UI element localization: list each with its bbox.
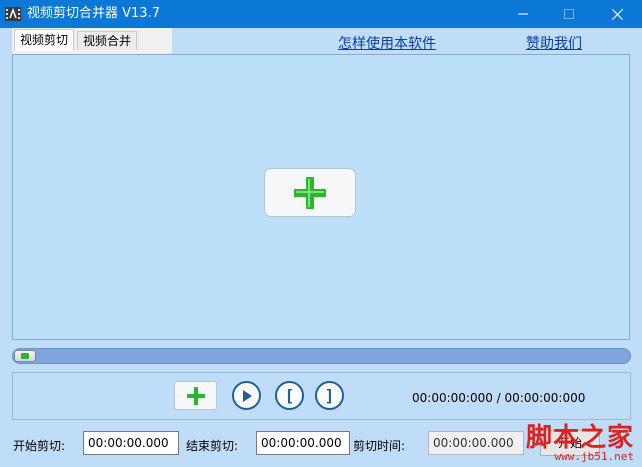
mark-in-button[interactable]: [: [275, 381, 304, 410]
video-preview-area[interactable]: [12, 54, 630, 340]
tab-video-cut[interactable]: 视频剪切: [14, 29, 75, 51]
cut-duration-field: [428, 431, 524, 455]
end-cut-label: 结束剪切:: [186, 439, 239, 453]
watermark-text: 脚本之家: [525, 423, 634, 453]
add-file-button[interactable]: [174, 381, 217, 410]
play-button[interactable]: [232, 381, 261, 410]
mark-in-icon: [: [284, 385, 295, 405]
maximize-icon: [564, 9, 574, 19]
close-button[interactable]: [594, 0, 640, 28]
maximize-button[interactable]: [546, 0, 592, 28]
time-readout: 00:00:00:000 / 00:00:00:000: [412, 391, 586, 405]
watermark-url: www.jb51.net: [554, 450, 634, 463]
app-icon: [5, 7, 21, 21]
mark-out-icon: ]: [324, 385, 335, 405]
start-cut-input[interactable]: [83, 431, 179, 455]
play-icon: [242, 389, 252, 402]
howto-link[interactable]: 怎样使用本软件: [338, 33, 436, 53]
close-icon: [611, 8, 623, 20]
add-video-button[interactable]: [264, 168, 356, 217]
minimize-button[interactable]: [500, 0, 546, 28]
minimize-icon: [518, 13, 528, 15]
window-title: 视频剪切合并器 V13.7: [27, 6, 160, 21]
green-plus-icon: [186, 386, 205, 405]
tab-strip: 视频剪切 视频合并: [12, 28, 172, 54]
timeline-slider[interactable]: [12, 348, 631, 364]
cut-duration-label: 剪切时间:: [353, 439, 406, 453]
green-plus-icon: [294, 176, 326, 209]
slider-grip-icon: [21, 353, 29, 359]
tab-video-merge[interactable]: 视频合并: [77, 31, 138, 50]
end-cut-input[interactable]: [256, 431, 350, 455]
watermark-logo: 脚本之家 www.jb51.net: [515, 417, 640, 467]
mark-out-button[interactable]: ]: [315, 381, 344, 410]
title-bar: 视频剪切合并器 V13.7: [0, 0, 642, 28]
timeline-slider-thumb[interactable]: [14, 350, 36, 362]
start-cut-label: 开始剪切:: [13, 439, 66, 453]
donate-link[interactable]: 赞助我们: [526, 33, 582, 53]
